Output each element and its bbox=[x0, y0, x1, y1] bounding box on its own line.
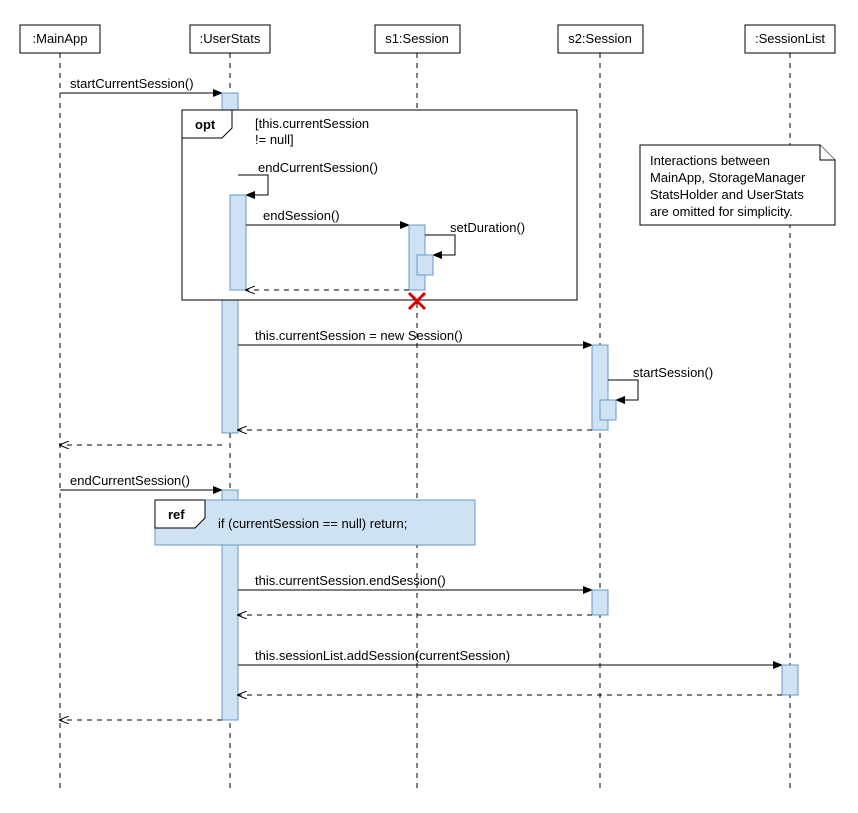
fragment-ref: ref if (currentSession == null) return; bbox=[155, 500, 475, 545]
label: :SessionList bbox=[755, 31, 825, 46]
label: :UserStats bbox=[200, 31, 261, 46]
activation-s2-inner bbox=[600, 400, 616, 420]
activation-sessionlist bbox=[782, 665, 798, 695]
msg-label: this.currentSession = new Session() bbox=[255, 328, 463, 343]
msg-label: setDuration() bbox=[450, 220, 525, 235]
opt-guard-1: [this.currentSession bbox=[255, 116, 369, 131]
msg-label: startCurrentSession() bbox=[70, 76, 194, 91]
note-l4: are omitted for simplicity. bbox=[650, 204, 793, 219]
opt-label: opt bbox=[195, 117, 216, 132]
msg-label: endSession() bbox=[263, 208, 340, 223]
msg-label: startSession() bbox=[633, 365, 713, 380]
label: s2:Session bbox=[568, 31, 632, 46]
msg-startSession-self bbox=[608, 380, 638, 400]
note: Interactions between MainApp, StorageMan… bbox=[640, 145, 835, 225]
activation-s2b bbox=[592, 590, 608, 615]
msg-label: this.sessionList.addSession(currentSessi… bbox=[255, 648, 510, 663]
label: :MainApp bbox=[33, 31, 88, 46]
ref-text: if (currentSession == null) return; bbox=[218, 516, 407, 531]
msg-label: this.currentSession.endSession() bbox=[255, 573, 446, 588]
note-l2: MainApp, StorageManager bbox=[650, 170, 806, 185]
msg-label: endCurrentSession() bbox=[70, 473, 190, 488]
activation-userstats-inner bbox=[230, 195, 246, 290]
activation-s1-inner bbox=[417, 255, 433, 275]
lifeline-mainapp: :MainApp bbox=[20, 25, 100, 790]
ref-label: ref bbox=[168, 507, 185, 522]
note-l3: StatsHolder and UserStats bbox=[650, 187, 804, 202]
opt-guard-2: != null] bbox=[255, 132, 294, 147]
note-l1: Interactions between bbox=[650, 153, 770, 168]
sequence-diagram: :MainApp :UserStats s1:Session s2:Sessio… bbox=[0, 0, 858, 813]
label: s1:Session bbox=[385, 31, 449, 46]
msg-label: endCurrentSession() bbox=[258, 160, 378, 175]
